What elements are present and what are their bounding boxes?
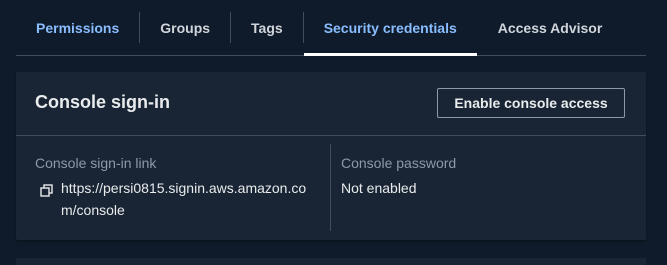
tab-permissions[interactable]: Permissions <box>16 0 139 55</box>
copy-icon[interactable] <box>40 184 53 197</box>
tab-security-credentials[interactable]: Security credentials <box>303 0 477 56</box>
password-label: Console password <box>341 155 457 171</box>
tab-tags[interactable]: Tags <box>231 0 303 55</box>
panel-title: Console sign-in <box>35 92 170 112</box>
signin-link-line2: m/console <box>61 202 125 218</box>
enable-console-access-button[interactable]: Enable console access <box>437 88 625 118</box>
root: Permissions Groups Tags Security credent… <box>0 0 667 265</box>
tab-access-advisor[interactable]: Access Advisor <box>478 0 623 55</box>
console-signin-panel: Console sign-in Enable console access Co… <box>16 72 646 240</box>
signin-link-line1: https://persi0815.signin.aws.amazon.co <box>61 180 307 196</box>
tab-groups[interactable]: Groups <box>140 0 230 55</box>
signin-link-label: Console sign-in link <box>35 155 157 171</box>
next-panel-edge <box>16 258 646 265</box>
signin-link[interactable]: https://persi0815.signin.aws.amazon.co m… <box>61 177 321 221</box>
panel-header: Console sign-in Enable console access <box>16 72 646 136</box>
column-divider <box>330 144 331 231</box>
tab-bar: Permissions Groups Tags Security credent… <box>16 0 646 56</box>
password-value: Not enabled <box>341 180 417 196</box>
